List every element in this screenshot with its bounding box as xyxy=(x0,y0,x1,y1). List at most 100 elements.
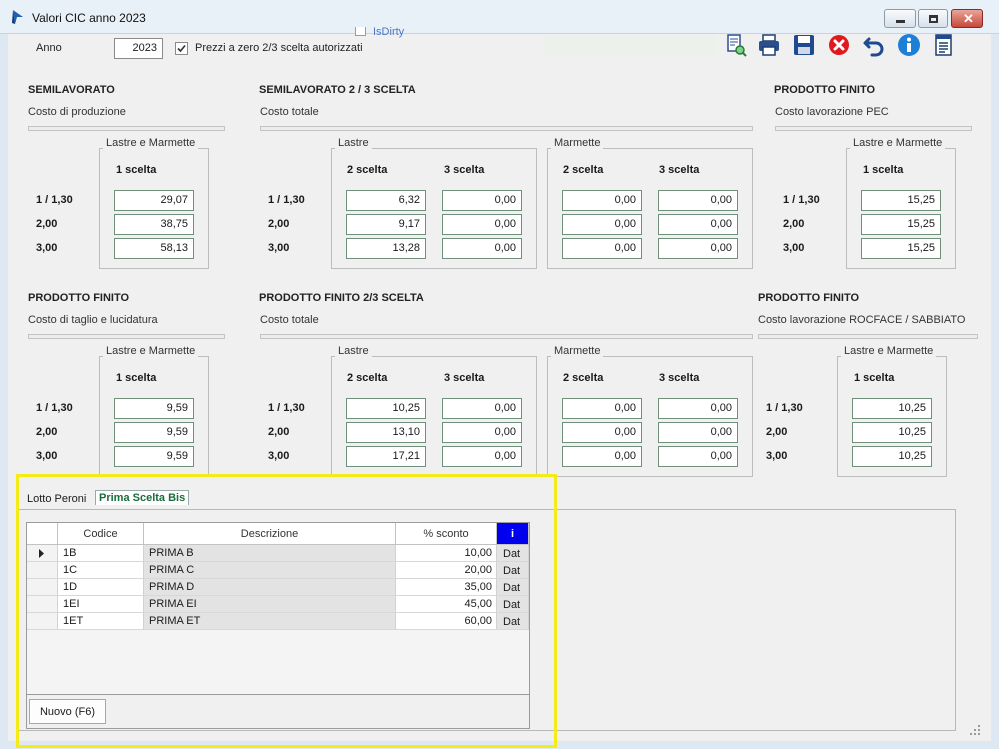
value-field[interactable]: 0,00 xyxy=(658,238,738,259)
value-field[interactable]: 13,10 xyxy=(346,422,426,443)
prezzi-zero-label: Prezzi a zero 2/3 scelta autorizzati xyxy=(195,42,363,54)
anno-label: Anno xyxy=(36,42,62,54)
window-titlebar[interactable]: Valori CIC anno 2023 ✕ xyxy=(0,0,999,34)
maximize-button[interactable] xyxy=(918,9,948,28)
value-field[interactable]: 0,00 xyxy=(442,214,522,235)
value-field[interactable]: 0,00 xyxy=(442,238,522,259)
value-field[interactable]: 9,17 xyxy=(346,214,426,235)
value-field[interactable]: 15,25 xyxy=(861,238,941,259)
value-field[interactable]: 13,28 xyxy=(346,238,426,259)
value-field[interactable]: 0,00 xyxy=(658,190,738,211)
value-field[interactable]: 0,00 xyxy=(442,190,522,211)
section-title: PRODOTTO FINITO 2/3 SCELTA xyxy=(259,292,424,304)
column-header-2-scelta: 2 scelta xyxy=(347,372,388,384)
row-label-200: 2,00 xyxy=(783,218,805,230)
group-title: Lastre xyxy=(335,345,372,357)
value-field[interactable]: 29,07 xyxy=(114,190,194,211)
section-divider xyxy=(758,334,978,339)
column-header-3-scelta: 3 scelta xyxy=(444,164,485,176)
isdirty-checkbox[interactable] xyxy=(355,27,366,36)
highlight-box xyxy=(16,474,557,748)
document-icon[interactable] xyxy=(932,33,956,57)
close-window-button[interactable]: ✕ xyxy=(951,9,983,28)
anno-input[interactable]: 2023 xyxy=(114,38,163,59)
row-label-200: 2,00 xyxy=(268,426,290,438)
checkmark-icon xyxy=(177,44,186,53)
column-header-2-scelta: 2 scelta xyxy=(563,164,604,176)
section-title: PRODOTTO FINITO xyxy=(774,84,876,96)
value-field[interactable]: 17,21 xyxy=(346,446,426,467)
close-icon: ✕ xyxy=(963,11,974,26)
row-label-300: 3,00 xyxy=(36,450,58,462)
section-subtitle: Costo lavorazione ROCFACE / SABBIATO xyxy=(758,314,966,326)
value-field[interactable]: 6,32 xyxy=(346,190,426,211)
row-label-1-130: 1 / 1,30 xyxy=(268,402,305,414)
value-field[interactable]: 58,13 xyxy=(114,238,194,259)
group-title: Lastre e Marmette xyxy=(850,137,946,149)
row-label-300: 3,00 xyxy=(268,242,290,254)
value-field[interactable]: 0,00 xyxy=(562,422,642,443)
group-title: Lastre xyxy=(335,137,372,149)
value-field[interactable]: 10,25 xyxy=(852,398,932,419)
section-title: SEMILAVORATO 2 / 3 SCELTA xyxy=(259,84,416,96)
value-field[interactable]: 15,25 xyxy=(861,190,941,211)
row-label-1-130: 1 / 1,30 xyxy=(36,402,73,414)
delete-icon[interactable] xyxy=(827,33,851,57)
value-field[interactable]: 10,25 xyxy=(852,446,932,467)
section-divider xyxy=(775,126,972,131)
undo-icon[interactable] xyxy=(862,33,886,57)
resize-grip-icon[interactable] xyxy=(966,721,982,737)
value-field[interactable]: 0,00 xyxy=(658,214,738,235)
print-icon[interactable] xyxy=(757,33,781,57)
value-field[interactable]: 0,00 xyxy=(562,190,642,211)
value-field[interactable]: 0,00 xyxy=(562,398,642,419)
value-field[interactable]: 10,25 xyxy=(346,398,426,419)
section-title: PRODOTTO FINITO xyxy=(28,292,130,304)
window-frame-left xyxy=(0,0,8,749)
column-header-2-scelta: 2 scelta xyxy=(563,372,604,384)
section-title: PRODOTTO FINITO xyxy=(758,292,860,304)
row-label-200: 2,00 xyxy=(36,218,58,230)
group-title: Lastre e Marmette xyxy=(103,137,199,149)
minimize-button[interactable] xyxy=(884,9,916,28)
row-label-1-130: 1 / 1,30 xyxy=(36,194,73,206)
prezzi-zero-checkbox[interactable] xyxy=(175,42,188,55)
value-field[interactable]: 0,00 xyxy=(442,422,522,443)
value-field[interactable]: 0,00 xyxy=(562,238,642,259)
value-field[interactable]: 0,00 xyxy=(562,214,642,235)
column-header-3-scelta: 3 scelta xyxy=(659,164,700,176)
row-label-300: 3,00 xyxy=(766,450,788,462)
section-title: SEMILAVORATO xyxy=(28,84,115,96)
info-icon[interactable] xyxy=(897,33,921,57)
column-header-2-scelta: 2 scelta xyxy=(347,164,388,176)
column-header-1-scelta: 1 scelta xyxy=(854,372,895,384)
value-field[interactable]: 38,75 xyxy=(114,214,194,235)
value-field[interactable]: 0,00 xyxy=(442,398,522,419)
column-header-1-scelta: 1 scelta xyxy=(116,164,157,176)
window-title: Valori CIC anno 2023 xyxy=(32,11,146,25)
value-field[interactable]: 0,00 xyxy=(658,446,738,467)
value-field[interactable]: 10,25 xyxy=(852,422,932,443)
row-label-1-130: 1 / 1,30 xyxy=(268,194,305,206)
group-title: Marmette xyxy=(551,345,604,357)
value-field[interactable]: 0,00 xyxy=(562,446,642,467)
preview-icon[interactable] xyxy=(724,33,748,57)
value-field[interactable]: 15,25 xyxy=(861,214,941,235)
value-field[interactable]: 0,00 xyxy=(442,446,522,467)
section-divider xyxy=(28,334,225,339)
value-field[interactable]: 9,59 xyxy=(114,422,194,443)
column-header-1-scelta: 1 scelta xyxy=(863,164,904,176)
save-icon[interactable] xyxy=(792,33,816,57)
value-field[interactable]: 0,00 xyxy=(658,422,738,443)
status-panel xyxy=(545,35,717,57)
section-divider xyxy=(260,126,753,131)
value-field[interactable]: 9,59 xyxy=(114,398,194,419)
group-title: Marmette xyxy=(551,137,604,149)
section-subtitle: Costo totale xyxy=(260,106,319,118)
value-field[interactable]: 9,59 xyxy=(114,446,194,467)
section-subtitle: Costo di produzione xyxy=(28,106,126,118)
row-label-200: 2,00 xyxy=(268,218,290,230)
section-divider xyxy=(28,126,225,131)
value-field[interactable]: 0,00 xyxy=(658,398,738,419)
app-icon xyxy=(12,10,23,24)
